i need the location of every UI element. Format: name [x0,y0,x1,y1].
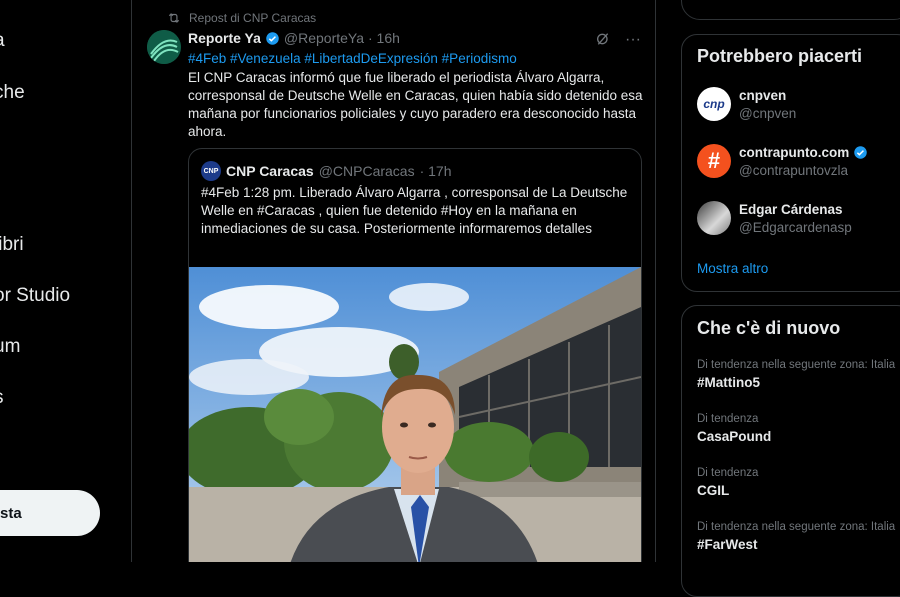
who-to-follow-title: Potrebbero piacerti [697,46,863,66]
suggestion-cnpven[interactable]: cnp cnpven @cnpven [697,87,796,121]
repost-label: Repost di CNP Caracas [189,11,317,25]
show-more-link[interactable]: Mostra altro [697,261,768,276]
edgar-avatar[interactable] [697,201,731,235]
suggestion-edgar-cardenas[interactable]: Edgar Cárdenas @Edgarcardenasp [697,201,852,235]
quoted-tweet-text: #4Feb 1:28 pm. Liberado Álvaro Algarra ,… [201,185,628,236]
grok-icon[interactable] [595,31,611,47]
nav-item-bookmarks[interactable]: libri [0,234,24,256]
post-button[interactable]: sta [0,490,100,536]
trend-context: Di tendenza [697,467,759,479]
tweet-timestamp[interactable]: · 16h [368,30,400,46]
right-sidebar: Potrebbero piacerti cnp cnpven @cnpven #… [681,0,900,597]
suggestion-handle[interactable]: @Edgarcardenasp [739,220,852,235]
verified-badge-icon [854,145,867,159]
trend-context: Di tendenza nella seguente zona: Italia [697,521,896,533]
quoted-tweet-header: CNP CNP Caracas @CNPCaracas · 17h [201,161,452,181]
nav-item-premium[interactable]: um [0,336,20,358]
trends-title: Che c'è di nuovo [697,318,841,338]
reporteya-avatar[interactable] [147,30,181,64]
tweet-top-actions: ··· [595,31,641,49]
post-button-label: sta [0,504,22,522]
tweet-author-name[interactable]: Reporte Ya [188,30,261,46]
left-navigation: a che libri or Studio um s sta [0,0,131,562]
cnpcaracas-avatar[interactable]: CNP [201,161,221,181]
suggestion-handle[interactable]: @contrapuntovzla [739,163,868,178]
quoted-author-name[interactable]: CNP Caracas [226,163,314,179]
suggestion-name[interactable]: Edgar Cárdenas [739,202,843,217]
trend-item[interactable]: Di tendenza nella seguente zona: Italia … [697,359,895,390]
quoted-tweet-photo[interactable] [189,267,641,562]
suggestion-contrapunto[interactable]: # contrapunto.com @contrapuntovzla [697,144,868,178]
trend-item[interactable]: Di tendenza nella seguente zona: Italia … [697,521,895,552]
quoted-author-handle[interactable]: @CNPCaracas [319,163,415,179]
tweet-author-handle[interactable]: @ReporteYa [284,30,364,46]
cnpven-avatar[interactable]: cnp [697,87,731,121]
nav-item-more[interactable]: s [0,387,4,409]
tweet-hashtags[interactable]: #4Feb #Venezuela #LibertadDeExpresión #P… [188,51,517,66]
trend-item[interactable]: Di tendenza CasaPound [697,413,771,444]
tweet-text: El CNP Caracas informó que fue liberado … [188,70,643,139]
trends-panel: Che c'è di nuovo Di tendenza nella segue… [681,305,900,597]
trend-topic[interactable]: #Mattino5 [697,375,895,390]
quoted-tweet-card[interactable]: CNP CNP Caracas @CNPCaracas · 17h #4Feb … [188,148,642,562]
who-to-follow-panel: Potrebbero piacerti cnp cnpven @cnpven #… [681,34,900,292]
repost-icon [168,13,180,23]
quoted-timestamp[interactable]: · 17h [420,163,452,179]
nav-item-notifications[interactable]: che [0,82,25,104]
nav-item-creator-studio[interactable]: or Studio [0,285,70,307]
suggestion-name[interactable]: cnpven [739,88,786,103]
trend-topic[interactable]: #FarWest [697,537,895,552]
repost-indicator: Repost di CNP Caracas [167,11,316,25]
contrapunto-avatar[interactable]: # [697,144,731,178]
suggestion-handle[interactable]: @cnpven [739,106,796,121]
suggestion-name[interactable]: contrapunto.com [739,145,849,160]
more-options-icon[interactable]: ··· [625,31,641,49]
trend-item[interactable]: Di tendenza CGIL [697,467,758,498]
trend-topic[interactable]: CGIL [697,483,758,498]
cnpven-logo-icon: cnp [703,97,725,111]
tweet-header: Reporte Ya @ReporteYa · 16h [188,30,400,46]
nav-item-explore[interactable]: a [0,30,5,52]
timeline-feed: Repost di CNP Caracas Reporte Ya @Report… [131,0,656,562]
search-box[interactable] [681,0,900,20]
hashtag-logo-icon: # [707,148,721,173]
verified-badge-icon [266,31,279,45]
trend-topic[interactable]: CasaPound [697,429,771,444]
trend-context: Di tendenza nella seguente zona: Italia [697,359,896,371]
trend-context: Di tendenza [697,413,759,425]
reporteya-logo-icon [147,30,181,64]
